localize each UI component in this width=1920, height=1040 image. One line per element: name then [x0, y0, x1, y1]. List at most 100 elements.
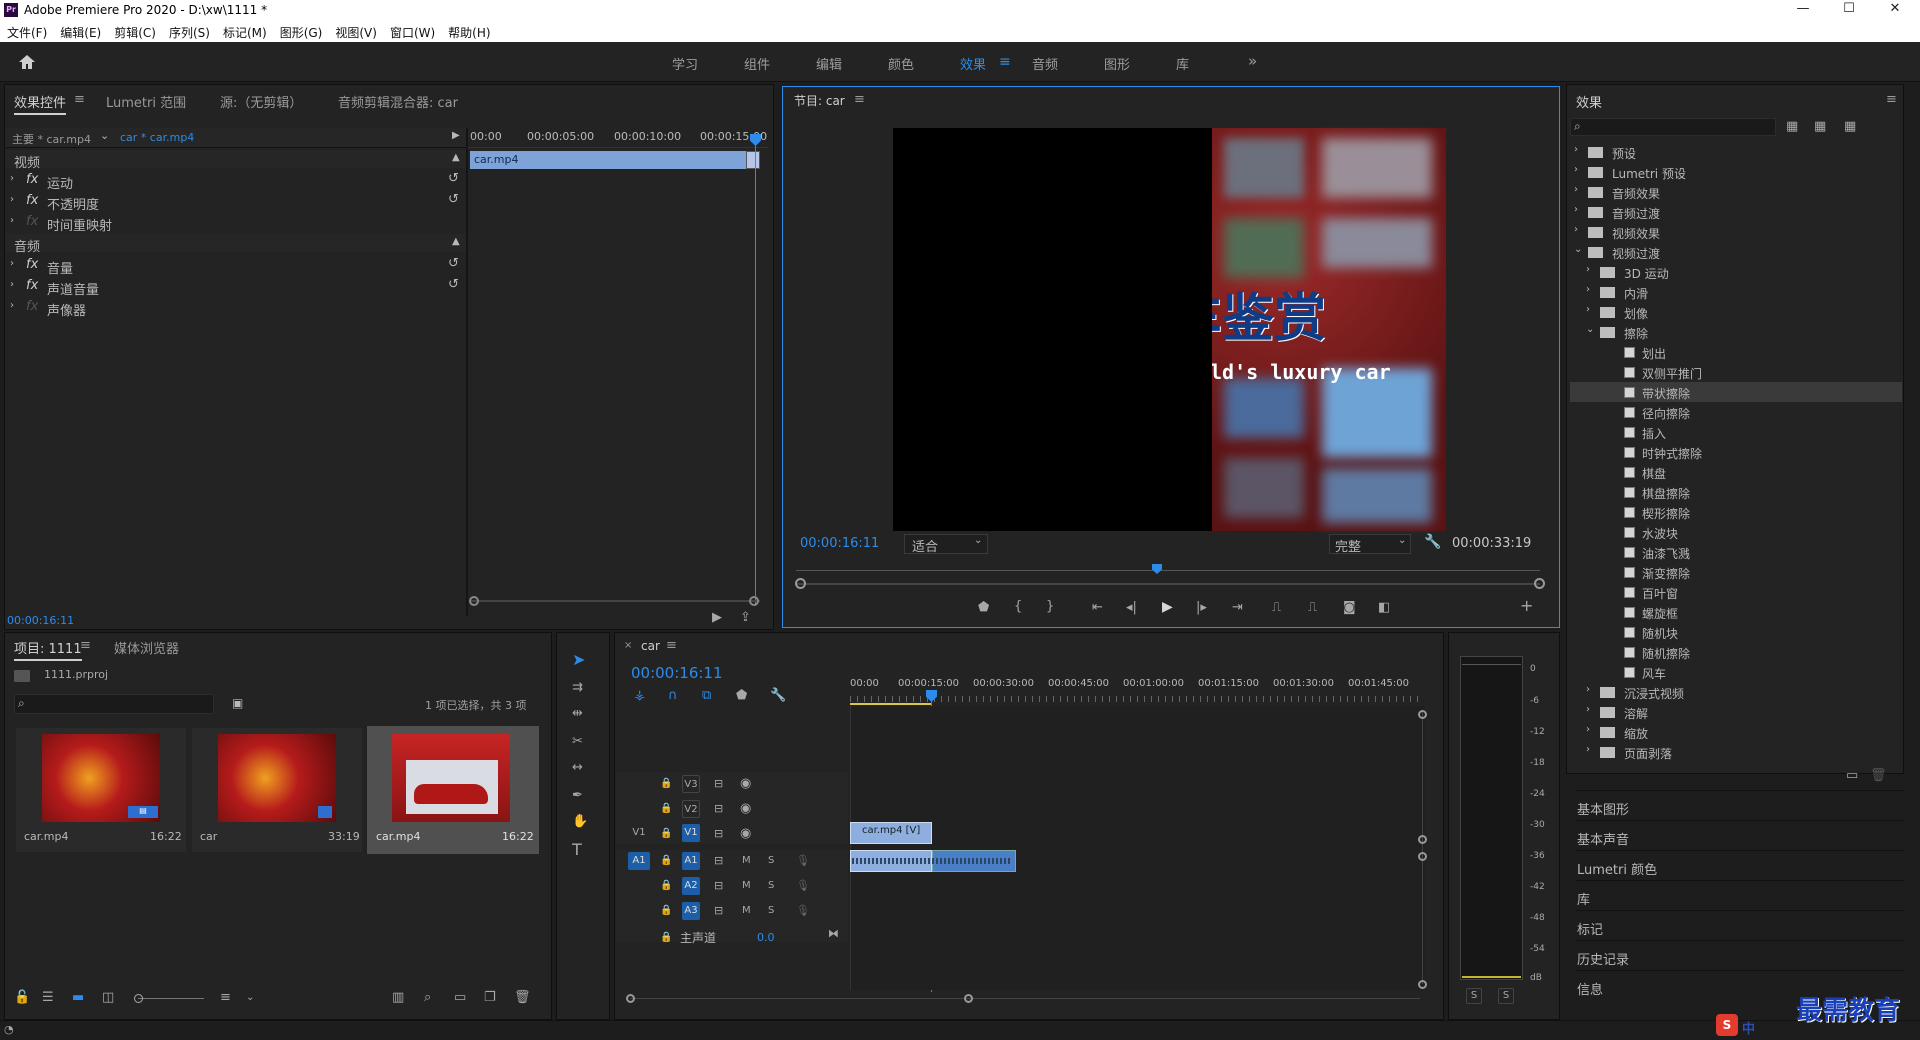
- chevron-right-icon[interactable]: ›: [1574, 164, 1578, 175]
- expand-chevron-icon[interactable]: ›: [10, 215, 14, 226]
- mute-button[interactable]: M: [742, 903, 751, 919]
- add-marker-icon[interactable]: ⬟: [736, 688, 747, 704]
- zoom-handle[interactable]: [1418, 852, 1427, 861]
- ec-zoom-handle[interactable]: [749, 596, 759, 606]
- solo-button[interactable]: S: [768, 878, 774, 894]
- chevron-down-icon[interactable]: ⌄: [1586, 324, 1594, 335]
- trash-icon[interactable]: 🗑: [1870, 768, 1887, 784]
- panel-menu-icon[interactable]: ≡: [854, 92, 865, 107]
- sync-lock-icon[interactable]: ⊟: [714, 826, 723, 842]
- menu-graphics[interactable]: 图形(G): [273, 22, 329, 41]
- lock-icon[interactable]: 🔒: [660, 826, 672, 842]
- ec-zoom-handle[interactable]: [469, 596, 479, 606]
- chevron-down-icon[interactable]: ⌄: [1574, 244, 1582, 255]
- workspace-assembly[interactable]: 组件: [744, 54, 770, 73]
- new-custom-bin-icon[interactable]: ▭: [1846, 768, 1858, 784]
- section-essential-graphics[interactable]: 基本图形: [1575, 790, 1905, 818]
- property-panner[interactable]: 声像器: [47, 300, 86, 319]
- property-motion[interactable]: 运动: [47, 173, 73, 192]
- track-area[interactable]: [850, 706, 1425, 990]
- voiceover-mic-icon[interactable]: 🎙: [796, 903, 810, 919]
- zoom-handle[interactable]: [1418, 835, 1427, 844]
- property-volume[interactable]: 音量: [47, 258, 73, 277]
- effects-folder[interactable]: › 音频效果: [1570, 182, 1902, 202]
- effects-folder[interactable]: › 溶解: [1570, 702, 1902, 722]
- export-frame-icon[interactable]: ◙: [1343, 600, 1356, 616]
- fx-toggle-icon[interactable]: fx: [26, 193, 38, 208]
- chevron-right-icon[interactable]: ›: [1586, 304, 1590, 315]
- slip-tool-icon[interactable]: ↔: [572, 760, 583, 776]
- effects-folder[interactable]: ⌄ 视频过渡: [1570, 242, 1902, 262]
- play-icon[interactable]: ▶: [1162, 599, 1173, 615]
- workspace-libraries[interactable]: 库: [1176, 54, 1189, 73]
- lock-icon[interactable]: 🔒: [660, 801, 672, 817]
- sync-lock-icon[interactable]: ⊟: [714, 853, 723, 869]
- selection-tool-icon[interactable]: ➤: [572, 652, 585, 668]
- fx-toggle-icon[interactable]: fx: [26, 278, 38, 293]
- maximize-button[interactable]: ☐: [1834, 1, 1864, 16]
- eye-icon[interactable]: ◉: [740, 801, 751, 817]
- clip-dropdown-icon[interactable]: ⌄: [100, 129, 109, 142]
- reset-icon[interactable]: ↺: [448, 192, 459, 207]
- chevron-right-icon[interactable]: ›: [1586, 724, 1590, 735]
- program-monitor-title[interactable]: 节目: car: [794, 92, 845, 109]
- section-lumetri-color[interactable]: Lumetri 颜色: [1575, 850, 1905, 878]
- eye-icon[interactable]: ◉: [740, 776, 751, 792]
- sync-lock-icon[interactable]: ⊟: [714, 903, 723, 919]
- tab-menu-icon[interactable]: ≡: [74, 92, 85, 107]
- project-search-input[interactable]: [14, 694, 214, 714]
- vertical-zoom-bar[interactable]: [1422, 712, 1423, 984]
- go-to-in-icon[interactable]: ⇤: [1092, 600, 1103, 616]
- ec-clip-bar[interactable]: car.mp4: [470, 151, 757, 169]
- expand-chevron-icon[interactable]: ›: [10, 258, 14, 269]
- tab-project[interactable]: 项目: 1111: [14, 638, 82, 661]
- fx-toggle-icon[interactable]: fx: [26, 172, 38, 187]
- yuv-effects-icon[interactable]: ▦: [1844, 119, 1856, 135]
- track-target[interactable]: V2: [682, 800, 700, 818]
- scroll-handle[interactable]: [964, 994, 973, 1003]
- tab-media-browser[interactable]: 媒体浏览器: [114, 638, 179, 657]
- home-icon[interactable]: [18, 54, 36, 70]
- fx-toggle-icon[interactable]: fx: [26, 257, 38, 272]
- pen-tool-icon[interactable]: ✒: [572, 788, 583, 804]
- close-button[interactable]: ✕: [1880, 1, 1910, 16]
- eye-icon[interactable]: ◉: [740, 826, 751, 842]
- menu-sequence[interactable]: 序列(S): [162, 22, 216, 41]
- menu-markers[interactable]: 标记(M): [216, 22, 273, 41]
- work-area-bar[interactable]: [850, 703, 932, 705]
- workspace-editing[interactable]: 编辑: [816, 54, 842, 73]
- ripple-edit-tool-icon[interactable]: ⇹: [572, 706, 583, 722]
- step-forward-icon[interactable]: |▸: [1196, 600, 1207, 616]
- effect-item[interactable]: 时钟式擦除: [1570, 442, 1902, 462]
- menu-edit[interactable]: 编辑(E): [53, 22, 107, 41]
- track-target[interactable]: V3: [682, 775, 700, 793]
- effect-item[interactable]: 带状擦除: [1570, 382, 1902, 402]
- icon-view-icon[interactable]: ▬: [72, 990, 84, 1006]
- expand-chevron-icon[interactable]: ›: [10, 173, 14, 184]
- list-view-icon[interactable]: ☰: [42, 990, 54, 1006]
- panel-menu-icon[interactable]: ≡: [666, 638, 677, 653]
- lock-icon[interactable]: 🔒: [660, 930, 672, 946]
- accelerated-effects-icon[interactable]: ▦: [1786, 119, 1798, 135]
- mute-button[interactable]: M: [742, 878, 751, 894]
- ec-divider[interactable]: [466, 128, 468, 616]
- effect-item[interactable]: 渐变擦除: [1570, 562, 1902, 582]
- voiceover-mic-icon[interactable]: 🎙: [796, 878, 810, 894]
- property-opacity[interactable]: 不透明度: [47, 194, 99, 213]
- effect-item[interactable]: 油漆飞溅: [1570, 542, 1902, 562]
- effects-folder[interactable]: › Lumetri 预设: [1570, 162, 1902, 182]
- effect-item[interactable]: 随机块: [1570, 622, 1902, 642]
- minimize-button[interactable]: —: [1788, 1, 1818, 16]
- sync-lock-icon[interactable]: ⊟: [714, 878, 723, 894]
- reset-icon[interactable]: ↺: [448, 171, 459, 186]
- go-to-out-icon[interactable]: ⇥: [1232, 600, 1243, 616]
- track-target[interactable]: A2: [682, 877, 700, 895]
- wrench-icon[interactable]: 🔧: [1424, 534, 1441, 550]
- chevron-right-icon[interactable]: ›: [1574, 204, 1578, 215]
- mute-button[interactable]: M: [742, 853, 751, 869]
- effects-panel-title[interactable]: 效果: [1576, 92, 1602, 111]
- tab-source[interactable]: 源:（无剪辑）: [220, 92, 302, 111]
- thumbnail-size-slider[interactable]: [138, 998, 204, 999]
- collapse-icon[interactable]: ▲: [452, 152, 460, 163]
- effects-folder[interactable]: › 内滑: [1570, 282, 1902, 302]
